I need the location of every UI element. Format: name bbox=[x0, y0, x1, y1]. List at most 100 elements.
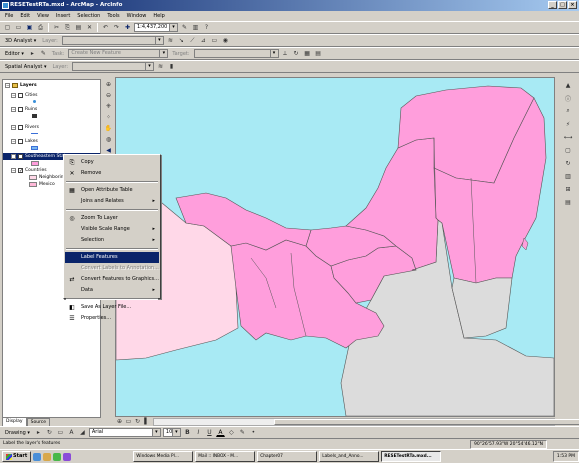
task-combo[interactable]: Create New Feature bbox=[68, 49, 169, 58]
toc-layer-lakes[interactable]: − Lakes bbox=[11, 139, 38, 144]
find-icon[interactable]: ⌕ bbox=[563, 106, 573, 116]
measure-icon[interactable]: ⟷ bbox=[563, 132, 573, 142]
toc-layer-ruins[interactable]: − Ruins bbox=[11, 107, 37, 112]
undo-icon[interactable]: ↶ bbox=[101, 23, 110, 32]
3d-analyst-menu[interactable]: 3D Analyst ▾ bbox=[3, 38, 38, 44]
layer-visibility-checkbox[interactable] bbox=[18, 139, 23, 144]
line-color-icon[interactable]: ✎ bbox=[238, 428, 247, 437]
underline-button[interactable]: U bbox=[205, 428, 214, 437]
menu-item-joins-and-relates[interactable]: Joins and Relates ▸ bbox=[65, 196, 159, 207]
steepest-path-icon[interactable]: ↘ bbox=[177, 36, 186, 45]
task-arcmap[interactable]: RESETestRTa.mxd... bbox=[381, 451, 442, 462]
rotate-icon[interactable]: ↻ bbox=[292, 49, 301, 58]
cut-icon[interactable]: ✂ bbox=[52, 23, 61, 32]
menu-edit[interactable]: Edit bbox=[19, 13, 31, 19]
task-labels-and-annotation[interactable]: Labels_and_Anno... bbox=[319, 451, 380, 462]
save-icon[interactable]: ▣ bbox=[25, 23, 34, 32]
print-icon[interactable]: ⎙ bbox=[36, 23, 45, 32]
quicklaunch-desktop-icon[interactable] bbox=[63, 452, 72, 461]
task-chapter07[interactable]: Chapter07 bbox=[257, 451, 318, 462]
menu-help[interactable]: Help bbox=[152, 13, 165, 19]
expand-icon[interactable]: − bbox=[11, 93, 16, 98]
map-canvas[interactable] bbox=[116, 78, 554, 416]
attributes-icon[interactable]: ▦ bbox=[303, 49, 312, 58]
menu-window[interactable]: Window bbox=[126, 13, 148, 19]
title-bar[interactable]: RESETestRTa.mxd - ArcMap - ArcInfo _ □ × bbox=[0, 0, 579, 11]
minimize-button[interactable]: _ bbox=[548, 1, 557, 9]
bold-button[interactable]: B bbox=[183, 428, 192, 437]
identify-icon[interactable]: ⓘ bbox=[563, 93, 573, 103]
edit-vertices-icon[interactable]: ◢ bbox=[78, 428, 87, 437]
close-button[interactable]: × bbox=[568, 1, 577, 9]
expand-icon[interactable]: − bbox=[11, 139, 16, 144]
layer-visibility-checkbox[interactable]: ✓ bbox=[18, 154, 23, 160]
page-icon[interactable]: ▥ bbox=[563, 171, 573, 181]
arctoolbox-icon[interactable]: ▥ bbox=[191, 23, 200, 32]
zoom-whole-page-icon[interactable]: ⊞ bbox=[563, 184, 573, 194]
paste-icon[interactable]: ▤ bbox=[74, 23, 83, 32]
select-elements-icon[interactable]: ▲ bbox=[563, 80, 573, 90]
layer-visibility-checkbox[interactable] bbox=[18, 125, 23, 130]
task-windows-media-player[interactable]: Windows Media Pl... bbox=[133, 451, 194, 462]
target-combo[interactable] bbox=[193, 49, 279, 58]
rotate-element-icon[interactable]: ↻ bbox=[45, 428, 54, 437]
expand-icon[interactable]: − bbox=[11, 154, 16, 159]
menu-selection[interactable]: Selection bbox=[76, 13, 101, 19]
pause-drawing-icon[interactable]: ▌ bbox=[142, 417, 151, 426]
task-mail-inbox[interactable]: Mail :: INBOX - M... bbox=[195, 451, 256, 462]
menu-item-copy[interactable]: ⎘ Copy bbox=[65, 157, 159, 168]
line-of-sight-icon[interactable]: ⟋ bbox=[188, 36, 197, 45]
open-icon[interactable]: ▭ bbox=[14, 23, 23, 32]
histogram-icon[interactable]: ▮ bbox=[167, 62, 176, 71]
menu-item-zoom-to-layer[interactable]: ◎ Zoom To Layer bbox=[65, 213, 159, 224]
refresh-view-icon[interactable]: ↻ bbox=[133, 417, 142, 426]
editor-toolbar-icon[interactable]: ✎ bbox=[180, 23, 189, 32]
menu-item-save-as-layer-file[interactable]: ◧ Save As Layer File... bbox=[65, 302, 159, 313]
add-data-icon[interactable]: ✚ bbox=[123, 23, 132, 32]
menu-tools[interactable]: Tools bbox=[106, 13, 120, 19]
zoom-out-icon[interactable]: ⊖ bbox=[104, 90, 113, 100]
italic-button[interactable]: I bbox=[194, 428, 203, 437]
menu-item-convert-features-to-graphics[interactable]: ⇄ Convert Features to Graphics... bbox=[65, 274, 159, 285]
split-icon[interactable]: ⟂ bbox=[281, 49, 290, 58]
edit-tool-icon[interactable]: ▸ bbox=[28, 49, 37, 58]
toc-layer-countries[interactable]: − ✓ Countries bbox=[11, 168, 47, 174]
layer-visibility-checkbox[interactable] bbox=[18, 107, 23, 112]
layer-visibility-checkbox[interactable]: ✓ bbox=[18, 168, 23, 174]
expand-icon[interactable]: − bbox=[11, 125, 16, 130]
menu-item-label-features[interactable]: Label Features bbox=[65, 252, 159, 263]
zoom-in-icon[interactable]: ⊕ bbox=[104, 79, 113, 89]
editor-menu[interactable]: Editor ▾ bbox=[3, 51, 26, 57]
rectangle-icon[interactable]: ▭ bbox=[56, 428, 65, 437]
maximize-button[interactable]: □ bbox=[558, 1, 567, 9]
font-size-combo[interactable]: 10 bbox=[162, 428, 181, 437]
quicklaunch-explorer-icon[interactable] bbox=[43, 452, 52, 461]
data-view-icon[interactable]: ⊕ bbox=[115, 417, 124, 426]
sketch-tool-icon[interactable]: ✎ bbox=[39, 49, 48, 58]
fixed-zoom-in-icon[interactable]: ⁜ bbox=[104, 101, 113, 111]
hyperlink-icon[interactable]: ⚡ bbox=[563, 119, 573, 129]
menu-item-visible-scale-range[interactable]: Visible Scale Range ▸ bbox=[65, 224, 159, 235]
new-document-icon[interactable]: ▢ bbox=[3, 23, 12, 32]
arcscene-icon[interactable]: ◉ bbox=[221, 36, 230, 45]
3d-layer-combo[interactable] bbox=[61, 36, 164, 45]
layer-visibility-checkbox[interactable] bbox=[18, 93, 23, 98]
quicklaunch-media-icon[interactable] bbox=[53, 452, 62, 461]
refresh-icon[interactable]: ↻ bbox=[563, 158, 573, 168]
start-button[interactable]: Start bbox=[2, 451, 32, 462]
toc-layer-rivers[interactable]: − Rivers bbox=[11, 125, 39, 130]
full-extent-icon[interactable]: ◍ bbox=[104, 134, 113, 144]
menu-view[interactable]: View bbox=[36, 13, 50, 19]
map-display[interactable] bbox=[115, 77, 555, 417]
sketch-properties-icon[interactable]: ▤ bbox=[314, 49, 323, 58]
select-elements-arrow-icon[interactable]: ▸ bbox=[34, 428, 43, 437]
fill-color-icon[interactable]: ◇ bbox=[227, 428, 236, 437]
spatial-analyst-menu[interactable]: Spatial Analyst ▾ bbox=[3, 64, 48, 70]
redo-icon[interactable]: ↷ bbox=[112, 23, 121, 32]
fixed-zoom-out-icon[interactable]: ⁘ bbox=[104, 112, 113, 122]
profile-icon[interactable]: ▭ bbox=[210, 36, 219, 45]
menu-insert[interactable]: Insert bbox=[55, 13, 71, 19]
menu-item-open-attribute-table[interactable]: ▦ Open Attribute Table bbox=[65, 185, 159, 196]
menu-file[interactable]: File bbox=[4, 13, 14, 19]
font-color-icon[interactable]: A bbox=[215, 428, 225, 437]
